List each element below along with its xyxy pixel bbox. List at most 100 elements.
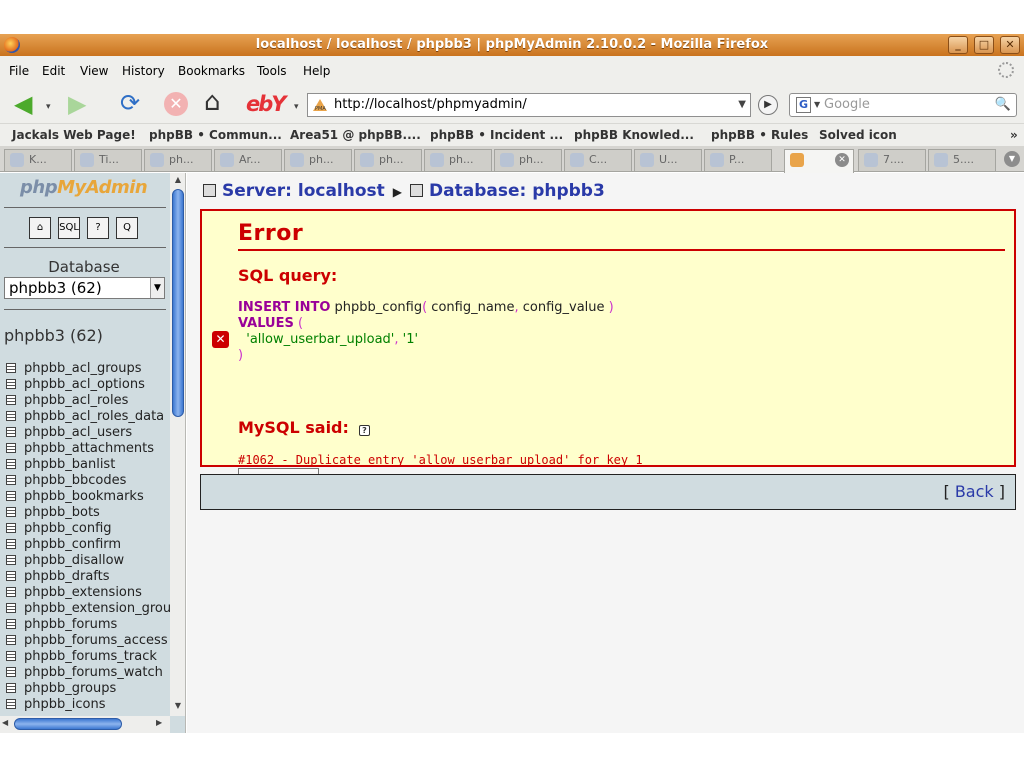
menu-file[interactable]: File [9, 64, 29, 78]
bookmark-item[interactable]: phpBB • Rules [711, 128, 808, 142]
table-name[interactable]: phpbb_disallow [24, 553, 124, 568]
table-name[interactable]: phpbb_extension_grou [24, 601, 171, 616]
table-icon[interactable] [6, 507, 16, 517]
table-icon[interactable] [6, 571, 16, 581]
table-icon[interactable] [6, 635, 16, 645]
table-list-item[interactable]: phpbb_acl_roles_data [6, 409, 171, 425]
browser-tab[interactable]: C... [564, 149, 632, 171]
tab-close-icon[interactable]: ✕ [835, 153, 849, 167]
table-list-item[interactable]: phpbb_icons [6, 697, 171, 713]
menu-help[interactable]: Help [303, 64, 330, 78]
sql-query-icon[interactable]: SQL [58, 217, 80, 239]
maximize-button[interactable]: □ [974, 36, 994, 54]
table-icon[interactable] [6, 459, 16, 469]
browser-tab[interactable]: ph... [144, 149, 212, 171]
ebay-logo-icon[interactable]: ebY [246, 92, 287, 116]
bookmark-item[interactable]: Solved icon [819, 128, 897, 142]
table-icon[interactable] [6, 475, 16, 485]
go-button[interactable]: ▶ [758, 95, 778, 115]
breadcrumb-server-link[interactable]: Server: localhost [222, 181, 385, 201]
pma-docs-icon[interactable]: ? [87, 217, 109, 239]
table-name[interactable]: phpbb_config [24, 521, 112, 536]
table-name[interactable]: phpbb_acl_options [24, 377, 145, 392]
ebay-dropdown-icon[interactable]: ▾ [294, 95, 299, 119]
table-icon[interactable] [6, 619, 16, 629]
back-link[interactable]: Back [955, 482, 994, 501]
menu-edit[interactable]: Edit [42, 64, 65, 78]
search-magnifier-icon[interactable]: 🔍 [995, 94, 1011, 116]
url-text[interactable]: http://localhost/phpmyadmin/ [334, 97, 527, 112]
table-name[interactable]: phpbb_acl_groups [24, 361, 142, 376]
reload-icon[interactable]: ⟳ [120, 91, 140, 115]
phpmyadmin-logo[interactable]: phpMyAdmin [20, 177, 148, 198]
table-list-item[interactable]: phpbb_forums_watch [6, 665, 171, 681]
url-bar[interactable]: PMA http://localhost/phpmyadmin/ ▼ [307, 93, 751, 117]
table-list-item[interactable]: phpbb_bots [6, 505, 171, 521]
scroll-up-icon[interactable]: ▲ [170, 175, 185, 189]
tab-list-dropdown-icon[interactable]: ▼ [1004, 151, 1020, 167]
table-list-item[interactable]: phpbb_bbcodes [6, 473, 171, 489]
table-list-item[interactable]: phpbb_acl_options [6, 377, 171, 393]
search-engine-dropdown-icon[interactable]: ▼ [814, 94, 820, 116]
table-name[interactable]: phpbb_groups [24, 681, 116, 696]
close-window-button[interactable]: ✕ [1000, 36, 1020, 54]
table-icon[interactable] [6, 427, 16, 437]
browser-tab[interactable]: Ti... [74, 149, 142, 171]
table-icon[interactable] [6, 523, 16, 533]
table-icon[interactable] [6, 603, 16, 613]
database-select[interactable]: phpbb3 (62) ▼ [4, 277, 165, 299]
table-list-item[interactable]: phpbb_extension_grou [6, 601, 171, 617]
bookmark-item[interactable]: Area51 @ phpBB.... [290, 128, 421, 142]
bookmark-item[interactable]: phpBB • Incident ... [430, 128, 563, 142]
table-list-item[interactable]: phpbb_disallow [6, 553, 171, 569]
help-icon[interactable]: ? [358, 425, 370, 436]
table-list-item[interactable]: phpbb_forums [6, 617, 171, 633]
scrollbar-thumb[interactable] [172, 189, 184, 417]
table-list-item[interactable]: phpbb_acl_users [6, 425, 171, 441]
table-icon[interactable] [6, 379, 16, 389]
table-name[interactable]: phpbb_confirm [24, 537, 121, 552]
table-name[interactable]: phpbb_icons [24, 697, 105, 712]
stop-icon[interactable]: ✕ [164, 92, 188, 116]
back-history-dropdown-icon[interactable]: ▾ [46, 95, 51, 119]
scroll-down-icon[interactable]: ▼ [170, 701, 185, 715]
table-list-item[interactable]: phpbb_bookmarks [6, 489, 171, 505]
table-name[interactable]: phpbb_extensions [24, 585, 142, 600]
bookmarks-overflow-chevron-icon[interactable]: » [1010, 128, 1018, 142]
mysql-docs-icon[interactable]: Q [116, 217, 138, 239]
table-icon[interactable] [6, 683, 16, 693]
table-name[interactable]: phpbb_forums_track [24, 649, 157, 664]
bookmark-item[interactable]: phpBB • Commun... [149, 128, 282, 142]
table-name[interactable]: phpbb_forums_watch [24, 665, 163, 680]
table-list-item[interactable]: phpbb_acl_roles [6, 393, 171, 409]
table-name[interactable]: phpbb_bots [24, 505, 100, 520]
table-icon[interactable] [6, 587, 16, 597]
minimize-button[interactable]: _ [948, 36, 968, 54]
table-list-item[interactable]: phpbb_groups [6, 681, 171, 697]
left-frame-vertical-scrollbar[interactable]: ▲ ▼ [170, 173, 185, 716]
table-list-item[interactable]: phpbb_extensions [6, 585, 171, 601]
table-list-item[interactable]: phpbb_config [6, 521, 171, 537]
google-engine-icon[interactable]: G [796, 97, 811, 113]
forward-arrow-icon[interactable]: ▶ [68, 92, 86, 116]
table-name[interactable]: phpbb_bookmarks [24, 489, 144, 504]
table-name[interactable]: phpbb_attachments [24, 441, 154, 456]
home-icon[interactable]: ⌂ [29, 217, 51, 239]
home-icon[interactable]: ⌂ [204, 89, 221, 115]
browser-tab[interactable]: ph... [494, 149, 562, 171]
table-list-item[interactable]: phpbb_banlist [6, 457, 171, 473]
table-icon[interactable] [6, 443, 16, 453]
table-icon[interactable] [6, 363, 16, 373]
search-box[interactable]: G ▼ Google 🔍 [789, 93, 1017, 117]
table-name[interactable]: phpbb_bbcodes [24, 473, 126, 488]
table-list-item[interactable]: phpbb_confirm [6, 537, 171, 553]
table-icon[interactable] [6, 395, 16, 405]
table-name[interactable]: phpbb_acl_roles [24, 393, 128, 408]
table-name[interactable]: phpbb_forums_access [24, 633, 168, 648]
table-list-item[interactable]: phpbb_drafts [6, 569, 171, 585]
menu-tools[interactable]: Tools [257, 64, 287, 78]
table-name[interactable]: phpbb_forums [24, 617, 117, 632]
active-browser-tab[interactable]: ✕ [784, 149, 854, 173]
browser-tab[interactable]: 7.... [858, 149, 926, 171]
table-list-item[interactable]: phpbb_forums_track [6, 649, 171, 665]
